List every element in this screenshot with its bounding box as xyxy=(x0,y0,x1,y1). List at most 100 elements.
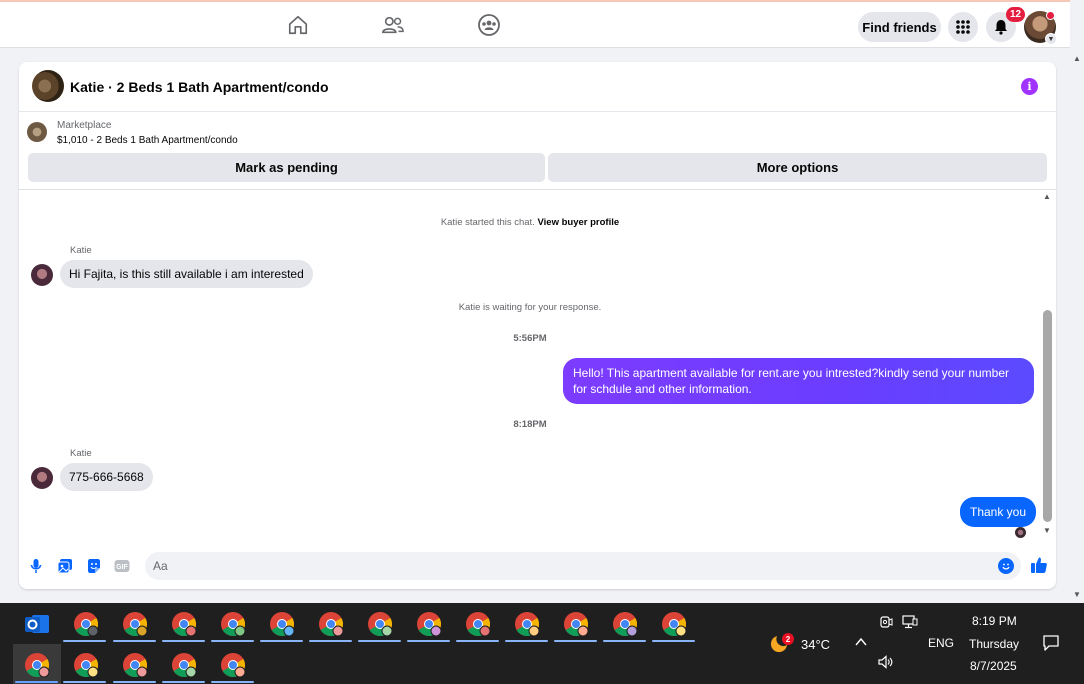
message-bubble-incoming[interactable]: Hi Fajita, is this still available i am … xyxy=(60,260,313,288)
top-navigation-bar: Find friends 12 ▼ xyxy=(0,0,1070,48)
more-options-button[interactable]: More options xyxy=(548,153,1047,182)
chrome-icon[interactable] xyxy=(561,609,591,639)
chrome-icon[interactable] xyxy=(659,609,689,639)
chrome-icon[interactable] xyxy=(218,650,248,680)
taskbar-indicator xyxy=(113,681,156,683)
message-bubble-incoming[interactable]: 775-666-5668 xyxy=(60,463,153,491)
scroll-down-arrow-icon[interactable]: ▼ xyxy=(1043,526,1051,535)
chrome-icon[interactable] xyxy=(22,650,52,680)
taskbar-indicator xyxy=(63,640,106,642)
listing-avatar[interactable] xyxy=(32,70,64,102)
sender-name: Katie xyxy=(70,448,92,459)
message-input[interactable] xyxy=(145,552,1021,580)
view-buyer-profile-link[interactable]: View buyer profile xyxy=(537,217,619,228)
photo-gallery-icon[interactable] xyxy=(57,558,73,574)
message-list: Katie started this chat. View buyer prof… xyxy=(19,190,1056,542)
taskbar-indicator xyxy=(211,640,254,642)
taskbar-indicator xyxy=(358,640,401,642)
chrome-icon[interactable] xyxy=(120,650,150,680)
taskbar-indicator xyxy=(652,640,695,642)
waiting-notice: Katie is waiting for your response. xyxy=(458,302,602,313)
taskbar-indicator xyxy=(63,681,106,683)
marketplace-label: Marketplace xyxy=(57,120,112,131)
marketplace-listing-row[interactable]: Marketplace $1,010 - 2 Beds 1 Bath Apart… xyxy=(19,112,1056,152)
scrollbar-thumb[interactable] xyxy=(1043,310,1052,522)
chat-started-text: Katie started this chat. xyxy=(440,217,535,228)
chrome-icon[interactable] xyxy=(169,650,199,680)
meeting-camera-icon[interactable] xyxy=(877,613,895,631)
friends-icon[interactable] xyxy=(380,12,406,38)
weather-alert-badge: 2 xyxy=(782,633,794,645)
chrome-icon[interactable] xyxy=(218,609,248,639)
menu-grid-icon[interactable] xyxy=(948,12,978,42)
clock-time[interactable]: 8:19 PM xyxy=(972,614,1017,628)
scroll-up-arrow-icon[interactable]: ▲ xyxy=(1043,192,1051,201)
chrome-icon[interactable] xyxy=(463,609,493,639)
timestamp-separator: 8:18PM xyxy=(513,419,547,430)
listing-summary: $1,010 - 2 Beds 1 Bath Apartment/condo xyxy=(57,135,238,146)
taskbar-indicator xyxy=(162,640,205,642)
taskbar-indicator xyxy=(260,640,303,642)
emoji-icon[interactable] xyxy=(998,558,1014,574)
clock-date[interactable]: 8/7/2025 xyxy=(970,659,1017,673)
message-bubble-outgoing[interactable]: Hello! This apartment available for rent… xyxy=(563,358,1034,404)
chrome-icon[interactable] xyxy=(267,609,297,639)
katie-avatar[interactable] xyxy=(31,467,53,489)
taskbar-indicator xyxy=(15,681,58,683)
chrome-icon[interactable] xyxy=(512,609,542,639)
mark-as-pending-button[interactable]: Mark as pending xyxy=(28,153,545,182)
sticker-icon[interactable] xyxy=(86,558,102,574)
clock-day[interactable]: Thursday xyxy=(969,637,1019,651)
chevron-down-icon[interactable]: ▼ xyxy=(1045,33,1057,45)
taskbar-indicator xyxy=(505,640,548,642)
taskbar-indicator xyxy=(211,681,254,683)
taskbar-indicator xyxy=(113,640,156,642)
chrome-icon[interactable] xyxy=(120,609,150,639)
chrome-icon[interactable] xyxy=(610,609,640,639)
chat-title[interactable]: Katie · 2 Beds 1 Bath Apartment/condo xyxy=(70,79,329,95)
chat-started-notice: Katie started this chat. View buyer prof… xyxy=(19,217,1041,228)
chrome-icon[interactable] xyxy=(414,609,444,639)
chat-header: Katie · 2 Beds 1 Bath Apartment/condo i xyxy=(19,62,1056,112)
chat-window: Katie · 2 Beds 1 Bath Apartment/condo i … xyxy=(19,62,1056,589)
notification-center-icon[interactable] xyxy=(1038,630,1064,656)
taskbar-indicator xyxy=(309,640,352,642)
weather-temperature[interactable]: 34°C xyxy=(801,637,830,652)
find-friends-button[interactable]: Find friends xyxy=(858,12,941,42)
page-scrollbar[interactable]: ▲ ▼ xyxy=(1070,48,1084,603)
network-icon[interactable] xyxy=(900,613,920,631)
taskbar-indicator xyxy=(554,640,597,642)
input-language-indicator[interactable]: ENG xyxy=(928,636,954,650)
seen-receipt-avatar xyxy=(1015,527,1026,538)
taskbar-indicator xyxy=(456,640,499,642)
timestamp-separator: 5:56PM xyxy=(513,333,547,344)
listing-thumbnail xyxy=(27,122,47,142)
taskbar-indicator xyxy=(603,640,646,642)
profile-alert-dot xyxy=(1046,11,1055,20)
chrome-icon[interactable] xyxy=(365,609,395,639)
taskbar-indicator xyxy=(162,681,205,683)
svg-text:GIF: GIF xyxy=(116,564,128,571)
volume-icon[interactable] xyxy=(877,653,895,671)
message-composer: GIF xyxy=(19,550,1056,582)
groups-icon[interactable] xyxy=(476,12,502,38)
scroll-up-arrow-icon[interactable]: ▲ xyxy=(1073,54,1081,63)
windows-taskbar: 2 34°C ENG 8:19 PM Thursday 8/7/2025 xyxy=(0,603,1084,684)
chat-scrollbar[interactable]: ▲ ▼ xyxy=(1041,190,1054,542)
chrome-icon[interactable] xyxy=(316,609,346,639)
scroll-down-arrow-icon[interactable]: ▼ xyxy=(1073,590,1081,599)
chrome-icon[interactable] xyxy=(71,609,101,639)
sender-name: Katie xyxy=(70,245,92,256)
notification-count-badge: 12 xyxy=(1006,7,1025,22)
info-icon[interactable]: i xyxy=(1021,78,1038,95)
chrome-icon[interactable] xyxy=(169,609,199,639)
chevron-up-icon[interactable] xyxy=(855,635,867,650)
home-icon[interactable] xyxy=(285,12,311,38)
chrome-icon[interactable] xyxy=(71,650,101,680)
microphone-icon[interactable] xyxy=(28,558,44,574)
message-bubble-outgoing[interactable]: Thank you xyxy=(960,497,1037,527)
outlook-icon[interactable] xyxy=(22,609,52,639)
thumbs-up-icon[interactable] xyxy=(1030,556,1048,574)
gif-icon[interactable]: GIF xyxy=(114,558,130,574)
katie-avatar[interactable] xyxy=(31,264,53,286)
